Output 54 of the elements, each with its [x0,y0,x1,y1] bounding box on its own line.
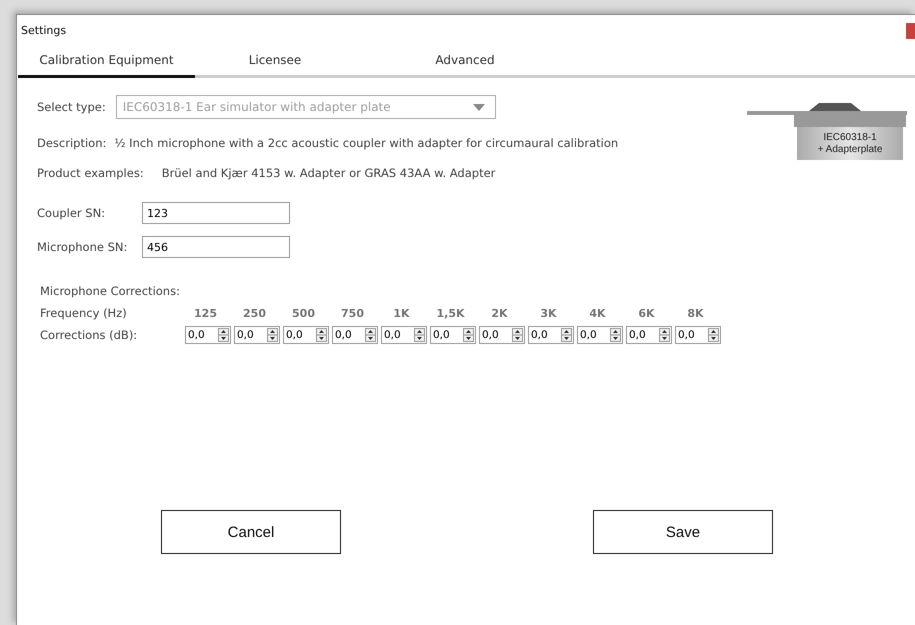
product-examples-label: Product examples: [37,166,144,180]
correction-spinbox[interactable]: 0,0 [626,326,672,344]
correction-spinbox[interactable]: 0,0 [430,326,476,344]
microphone-corrections-title: Microphone Corrections: [39,284,181,298]
tab[interactable]: Calibration Equipment [18,53,195,78]
frequency-header: 1K [392,306,411,320]
microphone-sn-field[interactable]: 456 [142,236,290,258]
correction-spinbox[interactable]: 0,0 [332,326,378,344]
frequency-header: 3K [539,306,558,320]
correction-spinbox[interactable]: 0,0 [479,326,525,344]
correction-spinbox[interactable]: 0,0 [185,326,231,344]
tab[interactable]: Licensee [195,53,355,78]
coupler-drawing: IEC60318-1 + Adapterplate [747,99,907,161]
spin-arrows-icon [267,328,278,342]
dialog-button[interactable]: Save [593,510,773,554]
frequency-header: 6K [637,306,656,320]
spin-arrows-icon [659,328,670,342]
microphone-sn-label: Microphone SN: [37,240,128,254]
frequency-header: 1,5K [435,306,466,320]
frequency-label: Frequency (Hz) [40,306,128,320]
frequency-header: 8K [686,306,705,320]
frequency-header: 4K [588,306,607,320]
correction-spinbox[interactable]: 0,0 [675,326,721,344]
correction-spinbox[interactable]: 0,0 [528,326,574,344]
correction-spinbox[interactable]: 0,0 [234,326,280,344]
select-type-label: Select type: [37,100,106,114]
description-label: Description: [37,136,106,150]
correction-spinbox[interactable]: 0,0 [381,326,427,344]
spin-arrows-icon [414,328,425,342]
description-text: ½ Inch microphone with a 2cc acoustic coupler with adapter for circumaural calibration [114,136,618,150]
correction-spinbox[interactable]: 0,0 [577,326,623,344]
spin-arrows-icon [365,328,376,342]
product-examples-text: Brüel and Kjær 4153 w. Adapter or GRAS 43AA w. Adapter [162,166,496,180]
spin-arrows-icon [218,328,229,342]
correction-spinbox[interactable]: 0,0 [283,326,329,344]
frequency-header: 250 [242,306,267,320]
corrections-label: Corrections (dB): [40,328,138,342]
spin-arrows-icon [316,328,327,342]
frequency-header: 750 [340,306,365,320]
coupler-sn-label: Coupler SN: [37,206,106,220]
spin-arrows-icon [708,328,719,342]
spin-arrows-icon [512,328,523,342]
tab[interactable]: Advanced [355,53,575,78]
dialog-button[interactable]: Cancel [161,510,341,554]
spin-arrows-icon [561,328,572,342]
close-button[interactable] [906,23,915,39]
caret-icon [472,104,485,110]
frequency-header: 125 [193,306,218,320]
spin-arrows-icon [463,328,474,342]
window-title: Settings [21,24,66,38]
coupler-sn-field[interactable]: 123 [142,202,290,224]
frequency-header: 2K [490,306,509,320]
frequency-header: 500 [291,306,316,320]
spin-arrows-icon [610,328,621,342]
